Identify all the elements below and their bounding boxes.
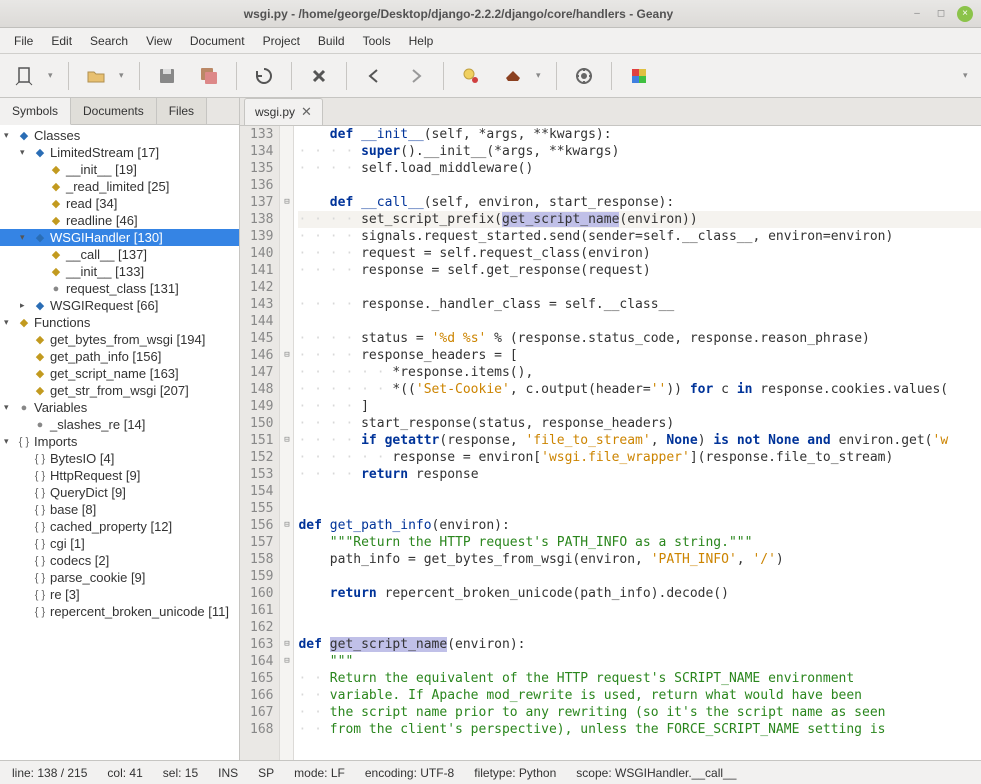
status-col: col: 41 [107, 766, 142, 780]
open-dropdown-icon[interactable]: ▾ [119, 70, 131, 81]
tree-item[interactable]: ◆get_script_name [163] [0, 365, 239, 382]
tree-item[interactable]: ▸◆WSGIRequest [66] [0, 297, 239, 314]
tree-item[interactable]: { }base [8] [0, 501, 239, 518]
editor-area: wsgi.py ✕ 133134135136137138139140141142… [240, 98, 981, 760]
status-scope: scope: WSGIHandler.__call__ [576, 766, 736, 780]
window-title: wsgi.py - /home/george/Desktop/django-2.… [8, 7, 909, 21]
status-line: line: 138 / 215 [12, 766, 87, 780]
sidebar-tab-files[interactable]: Files [157, 98, 207, 124]
build-dropdown-icon[interactable]: ▾ [536, 70, 548, 81]
editor-tabs: wsgi.py ✕ [240, 98, 981, 126]
save-all-button[interactable] [190, 59, 228, 93]
close-button[interactable] [300, 59, 338, 93]
tree-item[interactable]: { }cached_property [12] [0, 518, 239, 535]
sidebar-tab-symbols[interactable]: Symbols [0, 98, 71, 125]
statusbar: line: 138 / 215 col: 41 sel: 15 INS SP m… [0, 760, 981, 784]
tree-item[interactable]: { }parse_cookie [9] [0, 569, 239, 586]
color-chooser-button[interactable] [620, 59, 658, 93]
execute-button[interactable] [565, 59, 603, 93]
tree-item[interactable]: { }repercent_broken_unicode [11] [0, 603, 239, 620]
save-button[interactable] [148, 59, 186, 93]
status-filetype: filetype: Python [474, 766, 556, 780]
menu-help[interactable]: Help [401, 31, 442, 51]
tree-item[interactable]: ◆_read_limited [25] [0, 178, 239, 195]
code-content[interactable]: def __init__(self, *args, **kwargs):· · … [294, 126, 981, 760]
menu-search[interactable]: Search [82, 31, 136, 51]
status-sp: SP [258, 766, 274, 780]
tree-item[interactable]: ◆__init__ [133] [0, 263, 239, 280]
tree-item[interactable]: ▾{ }Imports [0, 433, 239, 450]
menu-file[interactable]: File [6, 31, 41, 51]
tree-item[interactable]: { }BytesIO [4] [0, 450, 239, 467]
editor-tab-label: wsgi.py [255, 105, 295, 119]
build-button[interactable] [494, 59, 532, 93]
tree-item[interactable]: ▾◆WSGIHandler [130] [0, 229, 239, 246]
sidebar: SymbolsDocumentsFiles ▾◆Classes▾◆Limited… [0, 98, 240, 760]
status-mode: mode: LF [294, 766, 345, 780]
tree-item[interactable]: ●_slashes_re [14] [0, 416, 239, 433]
status-encoding: encoding: UTF-8 [365, 766, 454, 780]
tree-item[interactable]: ●request_class [131] [0, 280, 239, 297]
toolbar-overflow-icon[interactable]: ▾ [963, 70, 975, 81]
close-icon[interactable]: ✕ [301, 104, 312, 120]
status-ins: INS [218, 766, 238, 780]
tree-item[interactable]: ▾●Variables [0, 399, 239, 416]
toolbar: ▾ ▾ ▾ ▾ [0, 54, 981, 98]
code-editor[interactable]: 1331341351361371381391401411421431441451… [240, 126, 981, 760]
new-dropdown-icon[interactable]: ▾ [48, 70, 60, 81]
reload-button[interactable] [245, 59, 283, 93]
nav-back-button[interactable] [355, 59, 393, 93]
open-file-button[interactable] [77, 59, 115, 93]
tree-item[interactable]: ▾◆Classes [0, 127, 239, 144]
tree-item[interactable]: ◆__init__ [19] [0, 161, 239, 178]
sidebar-tabs: SymbolsDocumentsFiles [0, 98, 239, 125]
titlebar: wsgi.py - /home/george/Desktop/django-2.… [0, 0, 981, 28]
line-number-gutter: 1331341351361371381391401411421431441451… [240, 126, 280, 760]
window-minimize-button[interactable]: – [909, 6, 925, 22]
tree-item[interactable]: { }codecs [2] [0, 552, 239, 569]
editor-tab-wsgi[interactable]: wsgi.py ✕ [244, 98, 323, 125]
tree-item[interactable]: { }QueryDict [9] [0, 484, 239, 501]
tree-item[interactable]: ◆__call__ [137] [0, 246, 239, 263]
tree-item[interactable]: ◆get_path_info [156] [0, 348, 239, 365]
new-file-button[interactable] [6, 59, 44, 93]
tree-item[interactable]: ▾◆Functions [0, 314, 239, 331]
menubar: FileEditSearchViewDocumentProjectBuildTo… [0, 28, 981, 54]
tree-item[interactable]: ◆read [34] [0, 195, 239, 212]
menu-project[interactable]: Project [255, 31, 308, 51]
tree-item[interactable]: { }HttpRequest [9] [0, 467, 239, 484]
window-close-button[interactable]: × [957, 6, 973, 22]
menu-document[interactable]: Document [182, 31, 253, 51]
fold-column[interactable]: ⊟⊟⊟⊟⊟⊟ [280, 126, 294, 760]
tree-item[interactable]: { }cgi [1] [0, 535, 239, 552]
window-maximize-button[interactable]: ◻ [933, 6, 949, 22]
tree-item[interactable]: { }re [3] [0, 586, 239, 603]
tree-item[interactable]: ◆readline [46] [0, 212, 239, 229]
symbols-tree[interactable]: ▾◆Classes▾◆LimitedStream [17]◆__init__ [… [0, 125, 239, 760]
menu-edit[interactable]: Edit [43, 31, 80, 51]
sidebar-tab-documents[interactable]: Documents [71, 98, 157, 124]
status-sel: sel: 15 [163, 766, 198, 780]
menu-build[interactable]: Build [310, 31, 353, 51]
tree-item[interactable]: ◆get_str_from_wsgi [207] [0, 382, 239, 399]
tree-item[interactable]: ▾◆LimitedStream [17] [0, 144, 239, 161]
compile-button[interactable] [452, 59, 490, 93]
menu-view[interactable]: View [138, 31, 180, 51]
menu-tools[interactable]: Tools [355, 31, 399, 51]
tree-item[interactable]: ◆get_bytes_from_wsgi [194] [0, 331, 239, 348]
nav-forward-button[interactable] [397, 59, 435, 93]
